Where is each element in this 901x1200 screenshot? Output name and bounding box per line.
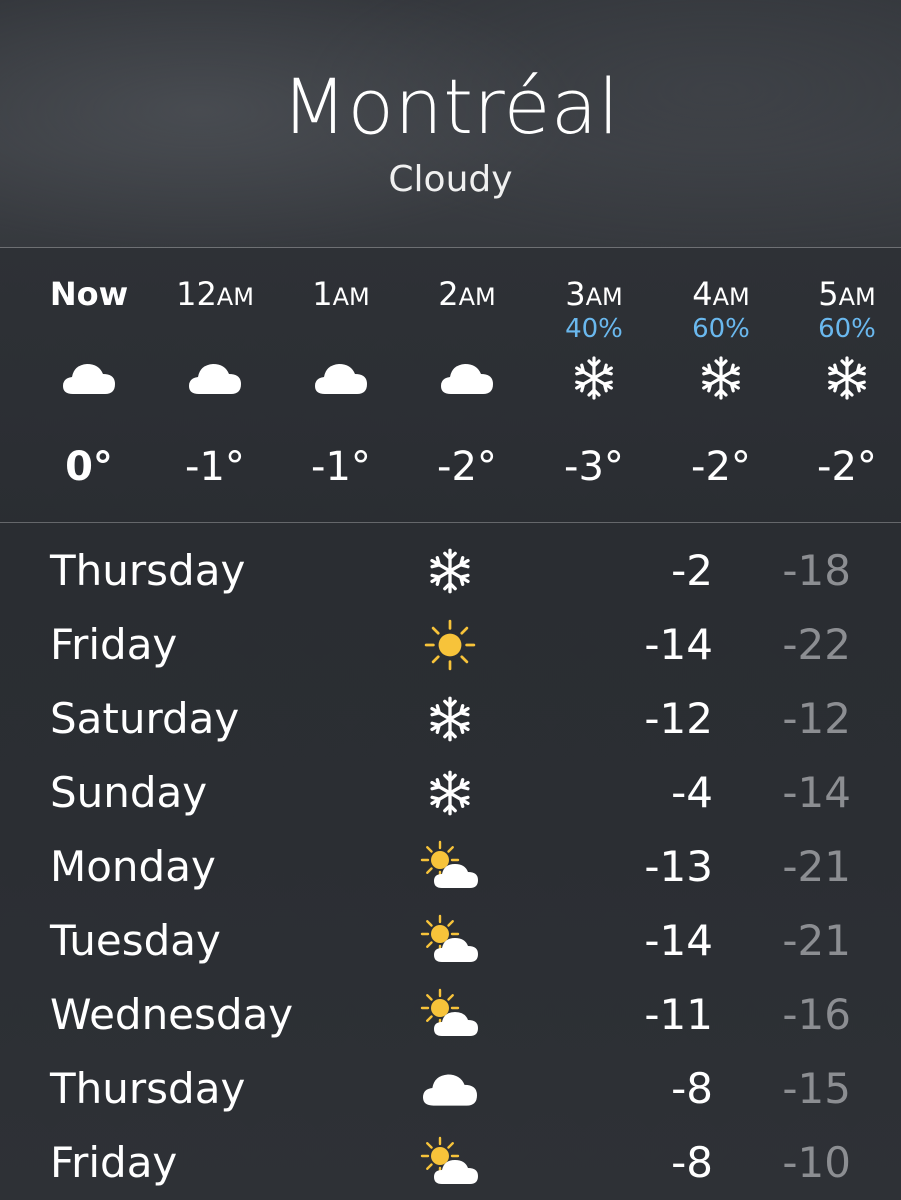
partly-sunny-icon [418,914,482,968]
low-temp: -21 [782,916,851,965]
cloud-icon [418,1062,482,1116]
daily-row: Saturday -12 -12 [0,682,901,756]
hour-label: 1AM [312,275,370,313]
daily-row: Wednesday -11 -16 [0,978,901,1052]
hour-label: 3AM [565,275,623,313]
partly-sunny-icon [418,840,482,894]
daily-row: Thursday -2 -18 [0,534,901,608]
precip-chance: 60% [818,314,876,344]
high-temp: -4 [671,768,713,817]
snowflake-icon [564,352,624,404]
daily-row: Monday -13 -21 [0,830,901,904]
cloud-icon [185,352,245,404]
high-temp: -14 [644,916,713,965]
partly-sunny-icon [418,988,482,1042]
precip-chance: 60% [692,314,750,344]
snowflake-icon [418,766,482,820]
daily-row: Friday -14 -22 [0,608,901,682]
daily-row: Tuesday -14 -21 [0,904,901,978]
current-condition: Cloudy [388,159,513,200]
hour-temp: -2° [691,444,751,490]
high-temp: -8 [671,1064,713,1113]
day-name: Tuesday [50,916,221,965]
hourly-item: Now 0° [26,248,152,522]
high-temp: -8 [671,1138,713,1187]
hour-label: 4AM [692,275,750,313]
day-name: Friday [50,1138,178,1187]
hourly-item: 4AM 60% -2° [658,248,784,522]
cloud-icon [437,352,497,404]
hour-temp: -2° [437,444,497,490]
day-name: Thursday [50,1064,246,1113]
day-name: Friday [50,620,178,669]
day-name: Saturday [50,694,240,743]
hourly-item: 3AM 40% -3° [531,248,657,522]
low-temp: -12 [782,694,851,743]
hour-temp: -3° [564,444,624,490]
hourly-item: 1AM -1° [278,248,404,522]
day-name: Thursday [50,546,246,595]
hour-temp: -2° [817,444,877,490]
hour-temp: -1° [311,444,371,490]
hour-label: 12AM [176,275,254,313]
day-name: Sunday [50,768,208,817]
low-temp: -18 [782,546,851,595]
daily-row: Friday -8 -10 [0,1126,901,1200]
low-temp: -21 [782,842,851,891]
hour-label: Now [49,275,129,313]
snowflake-icon [691,352,751,404]
high-temp: -12 [644,694,713,743]
high-temp: -2 [671,546,713,595]
high-temp: -14 [644,620,713,669]
daily-row: Sunday -4 -14 [0,756,901,830]
snowflake-icon [817,352,877,404]
snowflake-icon [418,692,482,746]
cloud-icon [59,352,119,404]
precip-chance: 40% [565,314,623,344]
day-name: Monday [50,842,216,891]
low-temp: -22 [782,620,851,669]
high-temp: -13 [644,842,713,891]
hour-temp: 0° [65,444,113,490]
hourly-item: 12AM -1° [152,248,278,522]
snowflake-icon [418,544,482,598]
partly-sunny-icon [418,1136,482,1190]
location-header: Montréal Cloudy [0,0,901,248]
daily-row: Thursday -8 -15 [0,1052,901,1126]
hour-label: 2AM [438,275,496,313]
low-temp: -15 [782,1064,851,1113]
city-name: Montréal [281,62,620,151]
sun-icon [418,618,482,672]
low-temp: -16 [782,990,851,1039]
hourly-forecast[interactable]: Now 0° 12AM -1° 1AM -1° 2AM -2° 3AM 40% … [0,248,901,523]
low-temp: -14 [782,768,851,817]
high-temp: -11 [644,990,713,1039]
hourly-item: 5AM 60% -2° [784,248,901,522]
hour-label: 5AM [818,275,876,313]
hour-temp: -1° [185,444,245,490]
hourly-item: 2AM -2° [404,248,530,522]
low-temp: -10 [782,1138,851,1187]
cloud-icon [311,352,371,404]
day-name: Wednesday [50,990,294,1039]
